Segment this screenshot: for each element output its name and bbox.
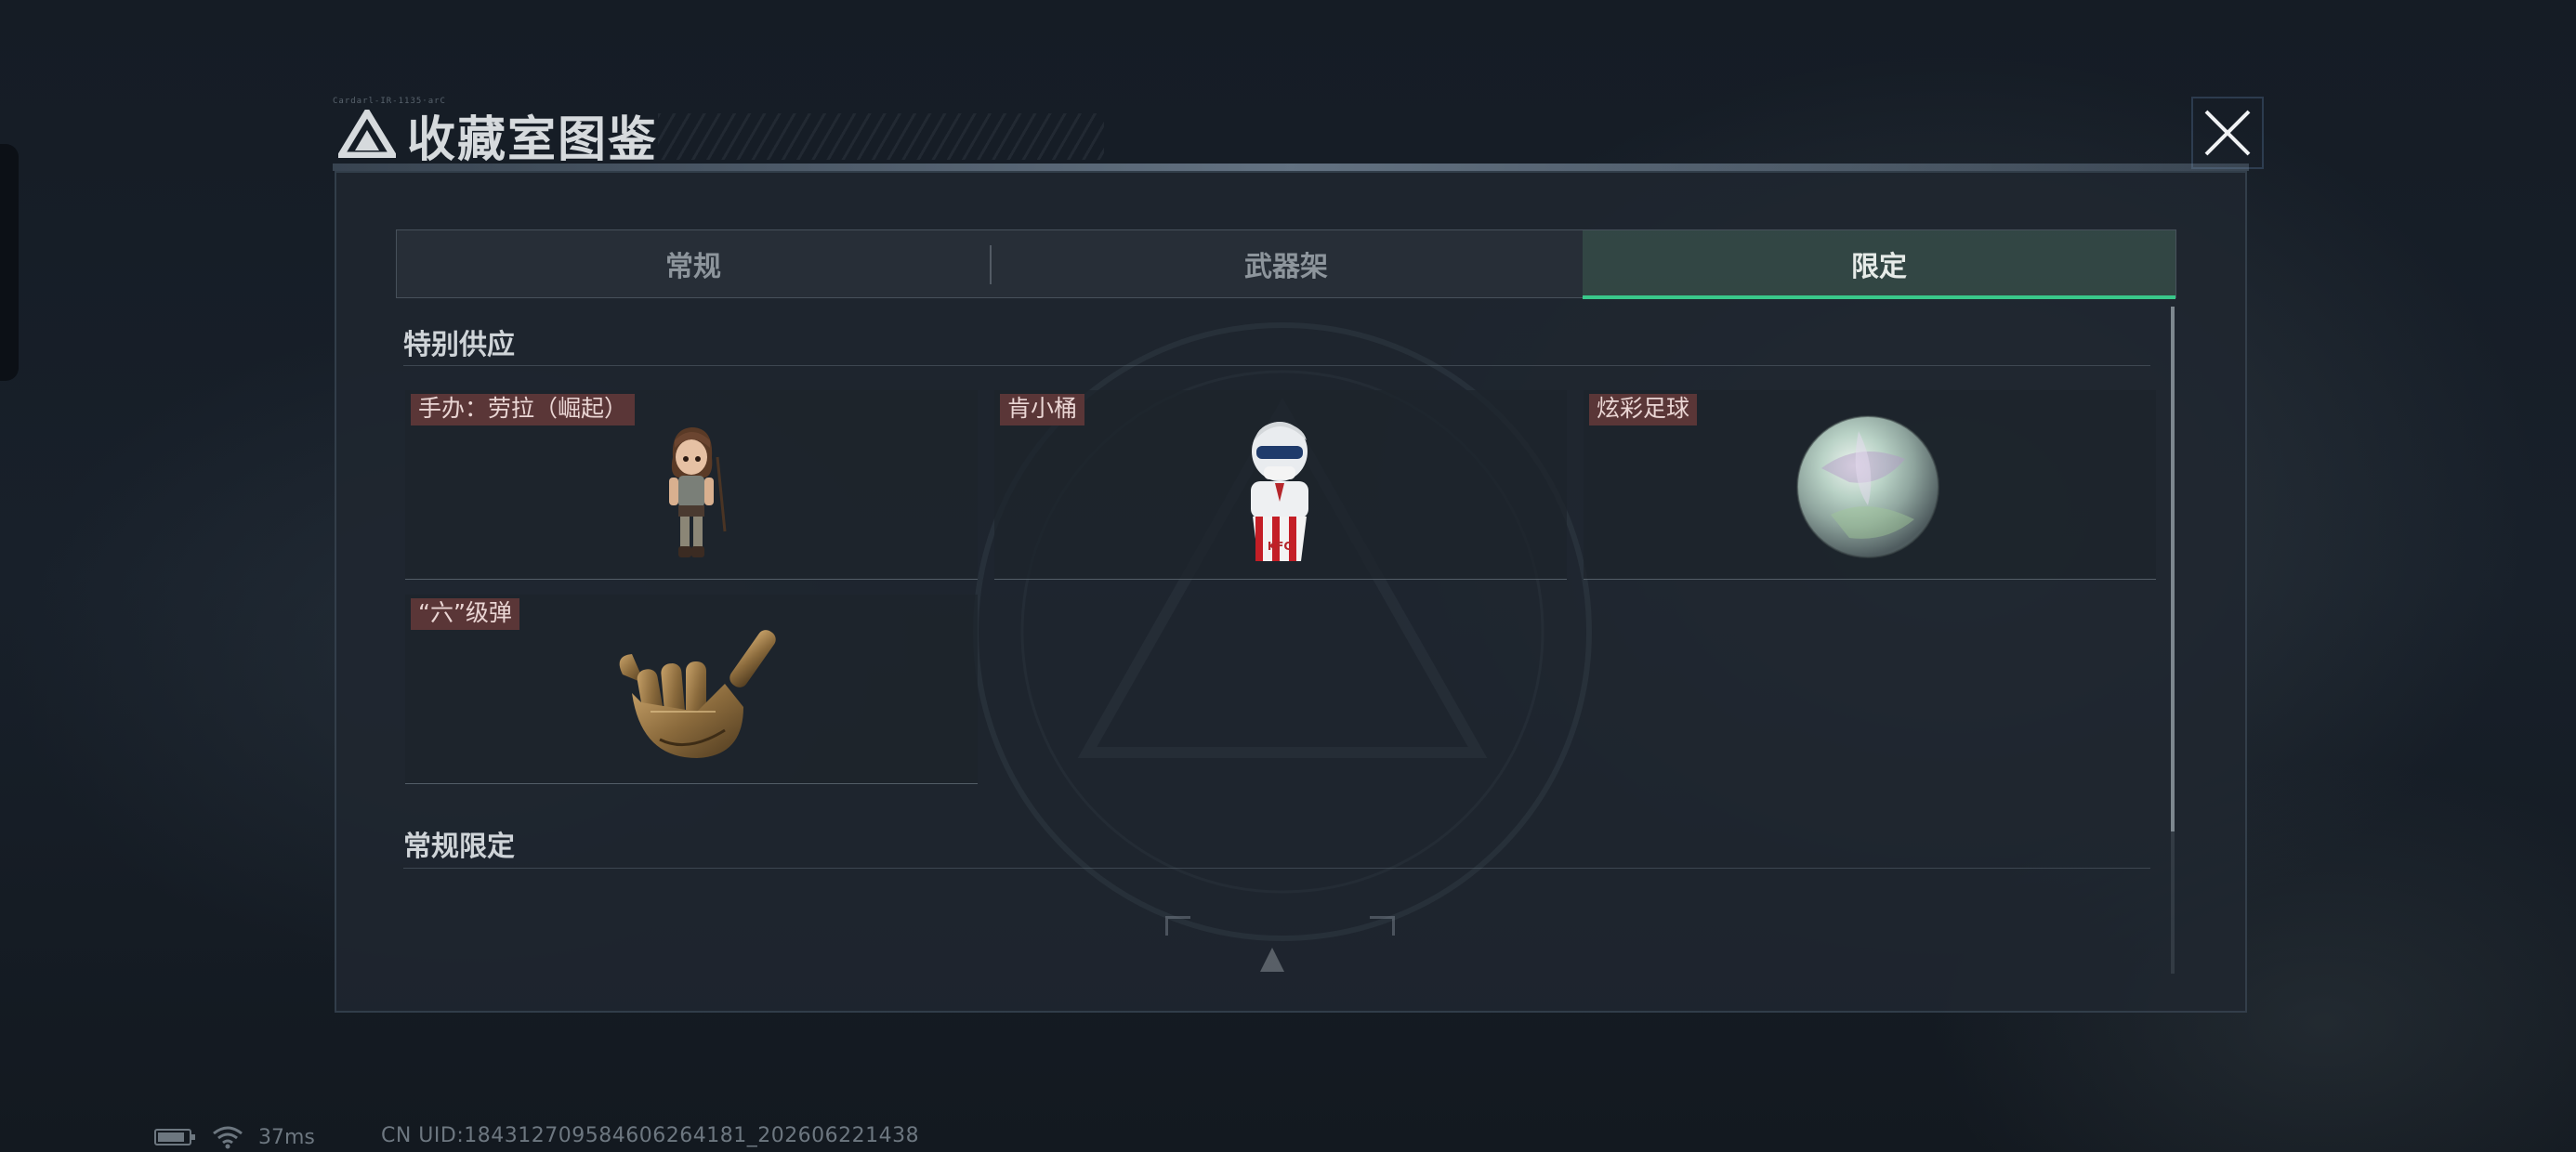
kfc-bucket-figurine-icon: KFC bbox=[1251, 422, 1308, 561]
item-card-lara[interactable]: 手办：劳拉（崛起） bbox=[405, 390, 978, 580]
item-label: 手办：劳拉（崛起） bbox=[411, 394, 636, 425]
tab-regular[interactable]: 常规 bbox=[397, 230, 990, 297]
item-card-golden-hand[interactable]: “六”级弹 bbox=[405, 595, 978, 784]
golden-hand-shaka-icon bbox=[619, 630, 776, 758]
dialog-title: 收藏室图鉴 bbox=[407, 112, 659, 168]
section-rule-special bbox=[403, 365, 2150, 366]
item-card-kfc-bucket[interactable]: 肯小桶 KFC bbox=[994, 390, 1567, 580]
delta-triangle-icon bbox=[338, 110, 396, 158]
deco-triangle bbox=[1260, 948, 1284, 972]
header-divider bbox=[333, 164, 2249, 171]
tab-limited[interactable]: 限定 bbox=[1583, 230, 2175, 299]
item-label: 肯小桶 bbox=[1000, 394, 1085, 425]
title-stripes bbox=[658, 113, 1104, 160]
screen-notch bbox=[0, 144, 19, 381]
lara-figurine-icon bbox=[669, 427, 727, 557]
wifi-icon bbox=[213, 1126, 243, 1149]
iridescent-football-icon bbox=[1796, 415, 1939, 558]
close-button[interactable] bbox=[2191, 97, 2264, 169]
tab-weapon-rack[interactable]: 武器架 bbox=[990, 230, 1583, 297]
svg-text:KFC: KFC bbox=[1268, 540, 1292, 553]
section-rule-regular-limited bbox=[403, 868, 2150, 869]
dialog-header: Cardarl-IR-1135·arC 收藏室图鉴 bbox=[333, 93, 2264, 171]
tab-bar: 常规 武器架 限定 bbox=[396, 229, 2176, 299]
ping-text: 37ms bbox=[258, 1125, 315, 1149]
status-bar: 37ms bbox=[154, 1122, 315, 1152]
deco-bracket-left bbox=[1165, 916, 1190, 936]
item-label: “六”级弹 bbox=[411, 598, 519, 630]
battery-icon bbox=[154, 1129, 195, 1145]
scrollbar-thumb[interactable] bbox=[2171, 307, 2175, 831]
section-title-special: 特别供应 bbox=[403, 329, 515, 361]
item-card-football[interactable]: 炫彩足球 bbox=[1584, 390, 2156, 580]
background-emblem bbox=[973, 322, 1592, 941]
deco-bracket-right bbox=[1370, 916, 1395, 936]
close-icon bbox=[2204, 110, 2251, 156]
section-title-regular-limited: 常规限定 bbox=[403, 831, 515, 863]
uid-text: CN UID:1843127095846062641​81_2026062214… bbox=[381, 1124, 920, 1147]
item-label: 炫彩足球 bbox=[1589, 394, 1698, 425]
